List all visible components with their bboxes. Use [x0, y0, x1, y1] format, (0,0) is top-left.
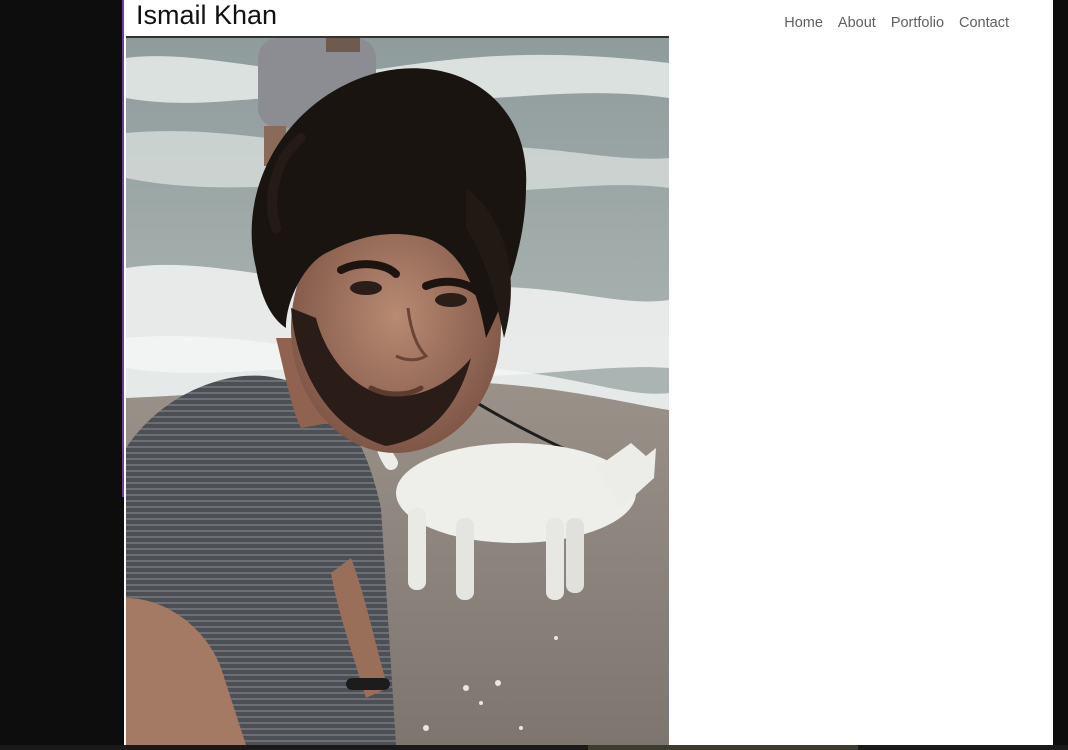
hero-photo-illustration — [126, 38, 669, 745]
bottom-taskbar-segment — [588, 745, 858, 750]
nav-about-link[interactable]: About — [838, 14, 876, 32]
nav-contact-link[interactable]: Contact — [959, 14, 1009, 32]
browser-viewport: Ismail Khan Home About Portfolio Contact — [0, 0, 1068, 750]
nav-home-link[interactable]: Home — [784, 14, 823, 32]
nav-portfolio-link[interactable]: Portfolio — [891, 14, 944, 32]
main-nav: Home About Portfolio Contact — [784, 14, 1009, 32]
portfolio-page: Ismail Khan Home About Portfolio Contact — [124, 0, 1053, 745]
bottom-taskbar-strip — [0, 745, 1068, 750]
hero-photo — [126, 38, 669, 745]
site-title[interactable]: Ismail Khan — [136, 0, 277, 30]
